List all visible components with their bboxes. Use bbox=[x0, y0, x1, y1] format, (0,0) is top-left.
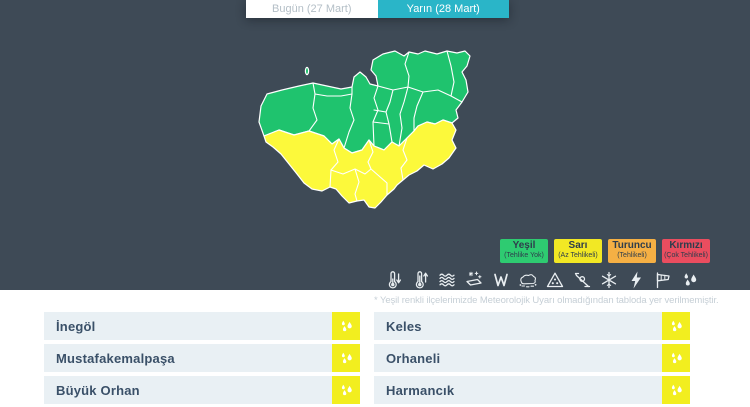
legend-green: Yeşil (Tehlike Yok) bbox=[500, 239, 548, 263]
rain-warning-badge[interactable] bbox=[332, 344, 360, 372]
warning-type-icons bbox=[383, 270, 700, 290]
warning-table-panel: * Yeşil renkli ilçelerimizde Meteoroloji… bbox=[0, 290, 750, 407]
legend-green-label: Yeşil bbox=[500, 240, 548, 252]
warning-row-harmancik[interactable]: Harmancık bbox=[374, 376, 690, 404]
rain-warning-badge[interactable] bbox=[332, 376, 360, 404]
rain-icon bbox=[680, 270, 700, 290]
legend-orange-sublabel: (Tehlikeli) bbox=[608, 252, 656, 260]
legend-orange-label: Turuncu bbox=[608, 240, 656, 252]
rain-warning-badge[interactable] bbox=[662, 344, 690, 372]
district-name: İnegöl bbox=[44, 319, 332, 334]
warning-row-keles[interactable]: Keles bbox=[374, 312, 690, 340]
map-panel: Bugün (27 Mart) Yarın (28 Mart) bbox=[0, 0, 750, 290]
warning-legend: Yeşil (Tehlike Yok) Sarı (Az Tehlikeli) … bbox=[500, 239, 710, 263]
rain-warning-badge[interactable] bbox=[662, 312, 690, 340]
warning-row-orhaneli[interactable]: Orhaneli bbox=[374, 344, 690, 372]
high-temperature-icon bbox=[410, 270, 430, 290]
fog-icon bbox=[437, 270, 457, 290]
wind-icon bbox=[653, 270, 673, 290]
legend-red-sublabel: (Çok Tehlikeli) bbox=[662, 252, 710, 260]
district-name: Keles bbox=[374, 319, 662, 334]
district-name: Mustafakemalpaşa bbox=[44, 351, 332, 366]
low-temperature-icon bbox=[383, 270, 403, 290]
legend-yellow: Sarı (Az Tehlikeli) bbox=[554, 239, 602, 263]
snowstorm-icon bbox=[464, 270, 484, 290]
legend-yellow-sublabel: (Az Tehlikeli) bbox=[554, 252, 602, 260]
warning-row-inegol[interactable]: İnegöl bbox=[44, 312, 360, 340]
footnote: * Yeşil renkli ilçelerimizde Meteoroloji… bbox=[374, 295, 700, 306]
legend-red-label: Kırmızı bbox=[662, 240, 710, 252]
legend-green-sublabel: (Tehlike Yok) bbox=[500, 252, 548, 260]
island bbox=[305, 67, 308, 74]
rain-warning-badge[interactable] bbox=[662, 376, 690, 404]
lightning-icon bbox=[626, 270, 646, 290]
province-districts-map[interactable] bbox=[257, 50, 472, 216]
tab-tomorrow[interactable]: Yarın (28 Mart) bbox=[378, 0, 510, 18]
warning-table-right: Keles Orhaneli Harmancık bbox=[374, 312, 690, 407]
legend-orange: Turuncu (Tehlikeli) bbox=[608, 239, 656, 263]
rain-warning-badge[interactable] bbox=[332, 312, 360, 340]
ice-icon bbox=[599, 270, 619, 290]
legend-red: Kırmızı (Çok Tehlikeli) bbox=[662, 239, 710, 263]
warning-table-left: İnegöl Mustafakemalpaşa Büyük Orhan bbox=[44, 312, 360, 407]
warning-row-mustafakemalpasa[interactable]: Mustafakemalpaşa bbox=[44, 344, 360, 372]
district-name: Büyük Orhan bbox=[44, 383, 332, 398]
warning-row-buyuk-orhan[interactable]: Büyük Orhan bbox=[44, 376, 360, 404]
district-name: Harmancık bbox=[374, 383, 662, 398]
avalanche-icon bbox=[545, 270, 565, 290]
district-name: Orhaneli bbox=[374, 351, 662, 366]
legend-yellow-label: Sarı bbox=[554, 240, 602, 252]
weather-warning-page: Bugün (27 Mart) Yarın (28 Mart) bbox=[0, 0, 750, 407]
agricultural-frost-icon bbox=[491, 270, 511, 290]
dust-storm-icon bbox=[518, 270, 538, 290]
tab-today[interactable]: Bugün (27 Mart) bbox=[246, 0, 378, 18]
date-tabs: Bugün (27 Mart) Yarın (28 Mart) bbox=[246, 0, 509, 18]
rockfall-icon bbox=[572, 270, 592, 290]
